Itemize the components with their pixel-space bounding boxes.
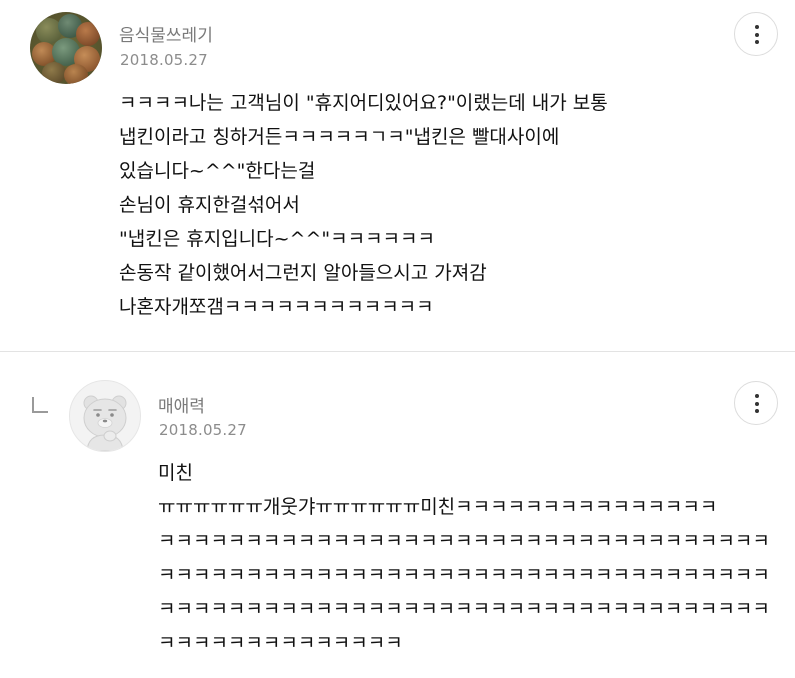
comment-line: 나혼자개쪼갬ㅋㅋㅋㅋㅋㅋㅋㅋㅋㅋㅋㅋ xyxy=(119,296,434,318)
more-options-button[interactable] xyxy=(734,381,778,425)
comment-line: ㅠㅠㅠㅠㅠㅠ개웃갸ㅠㅠㅠㅠㅠㅠ미친ㅋㅋㅋㅋㅋㅋㅋㅋㅋㅋㅋㅋㅋㅋㅋ xyxy=(158,496,718,518)
reply-arrow-icon xyxy=(32,397,48,413)
comment-line: 미친 xyxy=(158,462,193,484)
comment-line: 손님이 휴지한걸섞어서 xyxy=(119,194,300,216)
comment-line: ㅋㅋㅋㅋㅋㅋㅋㅋㅋㅋㅋㅋㅋㅋ xyxy=(158,632,403,654)
comment-line: ㅋㅋㅋㅋㅋㅋㅋㅋㅋㅋㅋㅋㅋㅋㅋㅋㅋㅋㅋㅋㅋㅋㅋㅋㅋㅋㅋㅋㅋㅋㅋㅋㅋㅋㅋ xyxy=(158,530,770,552)
character-icon xyxy=(83,395,127,451)
comment-username[interactable]: 매애력 xyxy=(158,392,205,417)
avatar[interactable] xyxy=(30,12,102,84)
comment-date: 2018.05.27 xyxy=(120,51,208,69)
comment-line: ㅋㅋㅋㅋ나는 고객님이 "휴지어디있어요?"이랬는데 내가 보통 xyxy=(119,92,608,114)
more-options-button[interactable] xyxy=(734,12,778,56)
comment-line: 있습니다~^^"한다는걸 xyxy=(119,160,316,182)
comment-line: ㅋㅋㅋㅋㅋㅋㅋㅋㅋㅋㅋㅋㅋㅋㅋㅋㅋㅋㅋㅋㅋㅋㅋㅋㅋㅋㅋㅋㅋㅋㅋㅋㅋㅋㅋ xyxy=(158,564,770,586)
comment-date: 2018.05.27 xyxy=(159,421,247,439)
comment-line: ㅋㅋㅋㅋㅋㅋㅋㅋㅋㅋㅋㅋㅋㅋㅋㅋㅋㅋㅋㅋㅋㅋㅋㅋㅋㅋㅋㅋㅋㅋㅋㅋㅋㅋㅋ xyxy=(158,598,770,620)
comment-line: "냅킨은 휴지입니다~^^"ㅋㅋㅋㅋㅋㅋ xyxy=(119,228,435,250)
comment-username[interactable]: 음식물쓰레기 xyxy=(119,21,213,46)
comment-body: ㅋㅋㅋㅋ나는 고객님이 "휴지어디있어요?"이랬는데 내가 보통 냅킨이라고 칭… xyxy=(119,86,608,324)
comment-body: 미친 ㅠㅠㅠㅠㅠㅠ개웃갸ㅠㅠㅠㅠㅠㅠ미친ㅋㅋㅋㅋㅋㅋㅋㅋㅋㅋㅋㅋㅋㅋㅋ ㅋㅋㅋㅋ… xyxy=(158,456,770,660)
comment-divider xyxy=(0,351,795,352)
comment-line: 냅킨이라고 칭하거든ㅋㅋㅋㅋㅋㄱㅋ"냅킨은 빨대사이에 xyxy=(119,126,560,148)
comment-line: 손동작 같이했어서그런지 알아들으시고 가져감 xyxy=(119,262,487,284)
comment: 음식물쓰레기 2018.05.27 ㅋㅋㅋㅋ나는 고객님이 "휴지어디있어요?"… xyxy=(0,0,795,352)
avatar[interactable] xyxy=(69,380,141,452)
